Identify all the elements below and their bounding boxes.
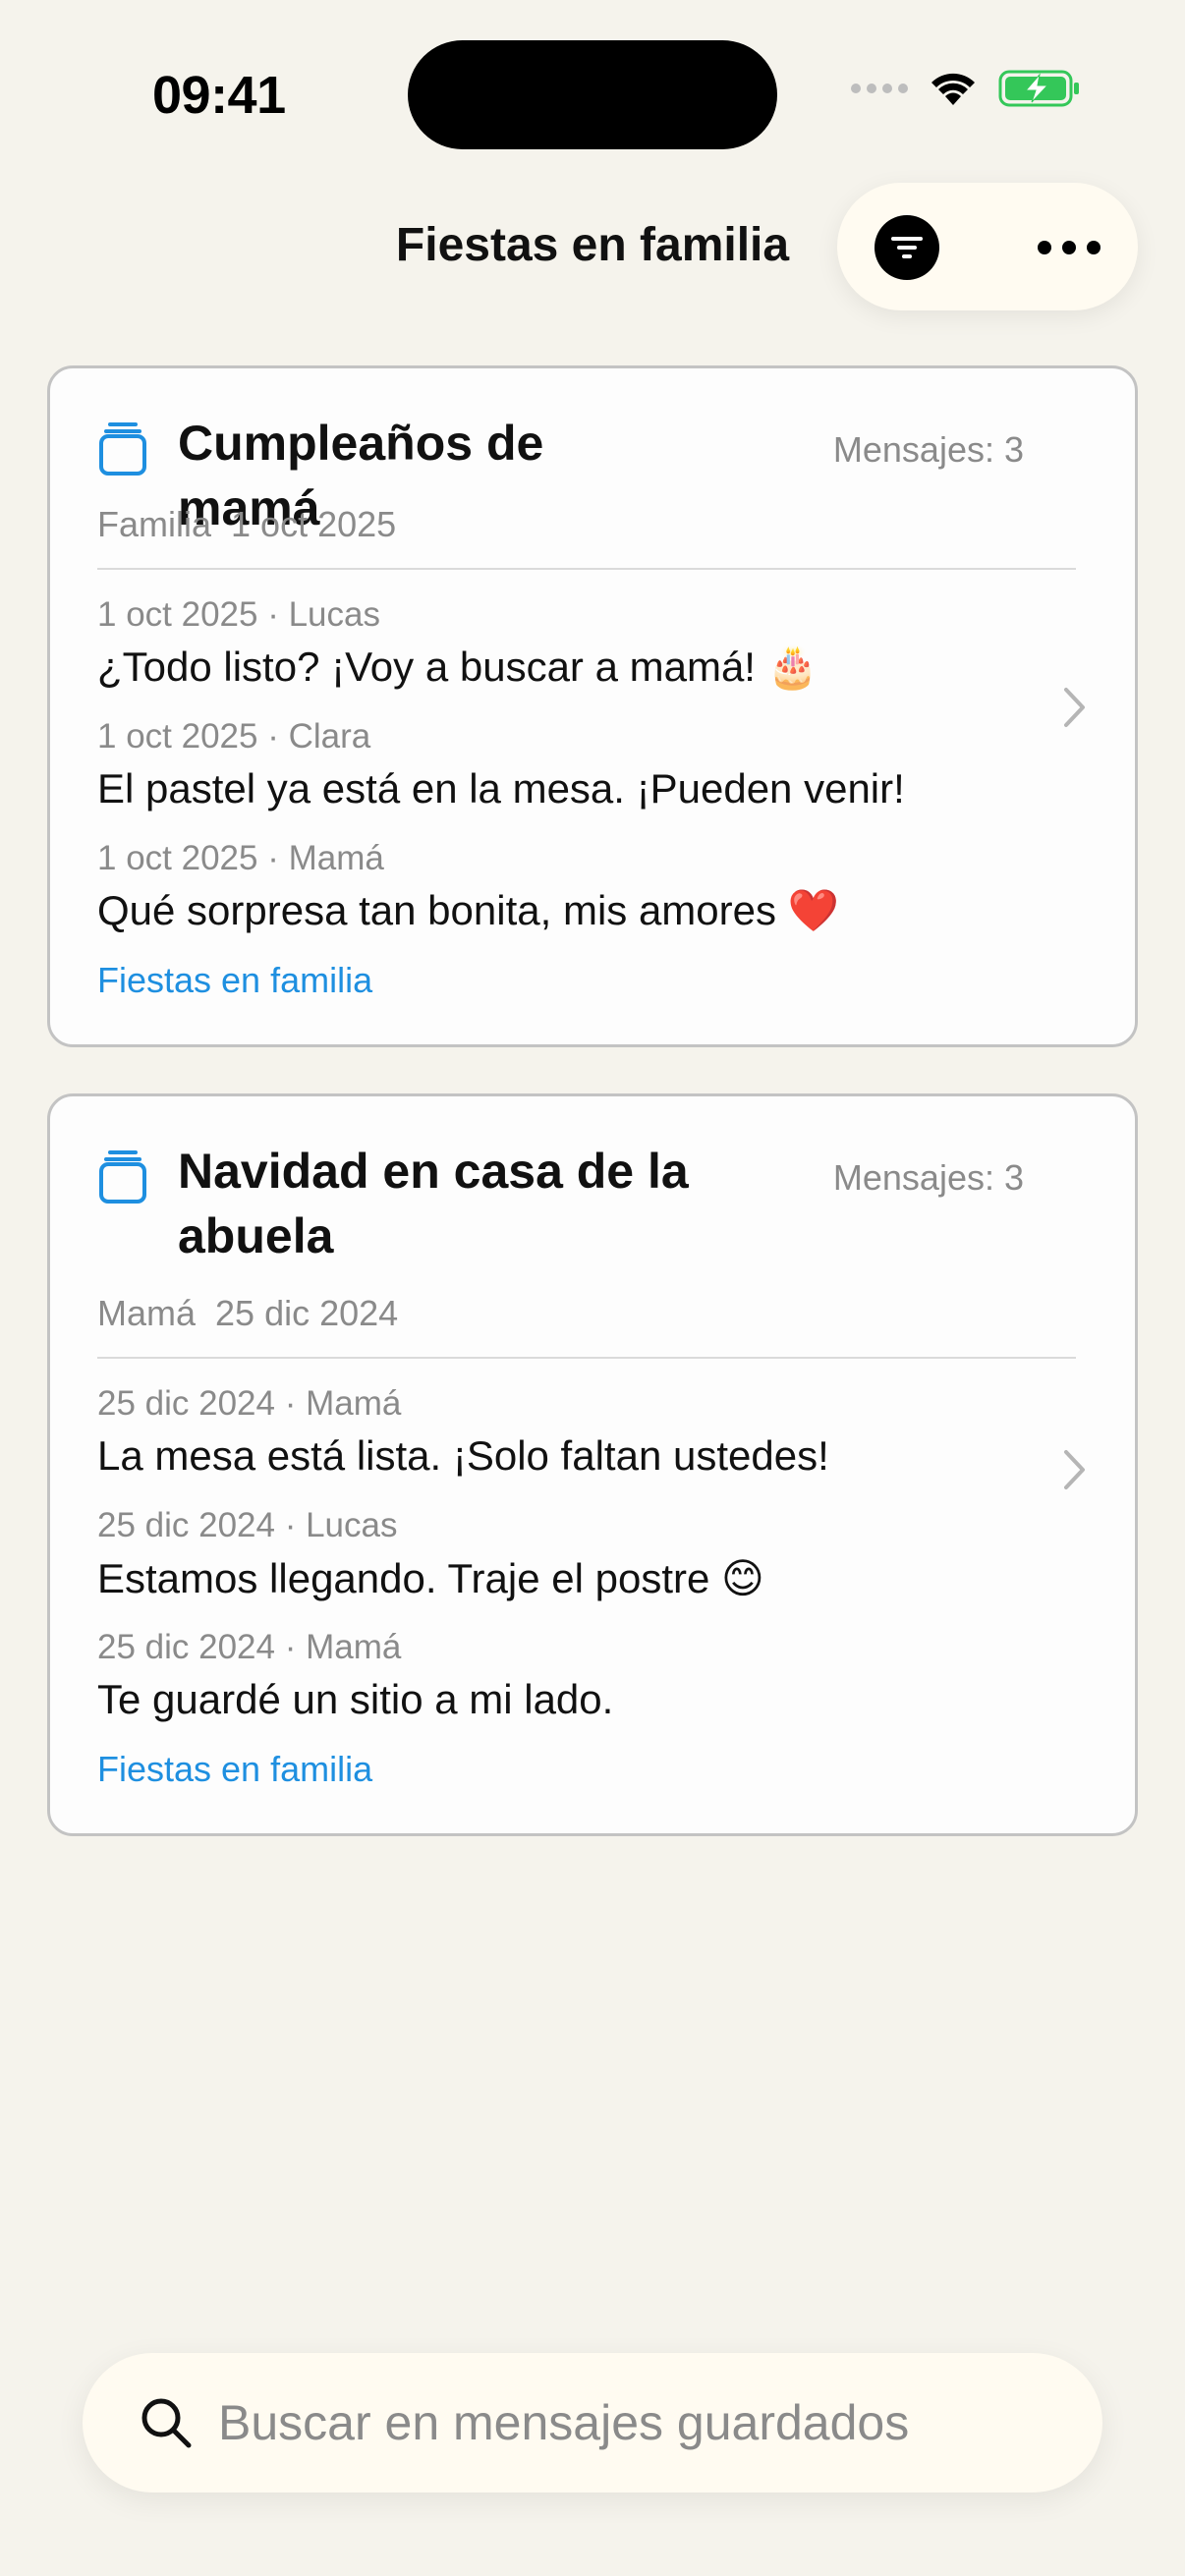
- more-icon: [1038, 241, 1100, 254]
- message-header: 25 dic 2024 · Mamá: [97, 1384, 402, 1423]
- divider: [97, 1357, 1076, 1359]
- message-header: 25 dic 2024 · Lucas: [97, 1506, 398, 1544]
- message-header: 1 oct 2025 · Mamá: [97, 839, 384, 877]
- chat-tag-link[interactable]: Fiestas en familia: [97, 960, 372, 1001]
- message-text: Qué sorpresa tan bonita, mis amores ❤️: [97, 887, 839, 933]
- chevron-right-icon: [1064, 688, 1085, 727]
- search-bar[interactable]: [83, 2353, 1102, 2492]
- cellular-signal-icon: [851, 84, 908, 93]
- filter-button[interactable]: [875, 215, 939, 280]
- search-icon: [141, 2398, 192, 2448]
- status-icons: [851, 69, 1081, 108]
- event-card[interactable]: Cumpleaños de mamá Mensajes: 3 Familia 1…: [47, 365, 1138, 1047]
- message-header: 25 dic 2024 · Mamá: [97, 1628, 402, 1666]
- wifi-icon: [931, 73, 975, 105]
- battery-charging-icon: [998, 70, 1079, 107]
- dynamic-island: [408, 40, 777, 149]
- message-header: 1 oct 2025 · Lucas: [97, 595, 380, 634]
- event-card[interactable]: Navidad en casa de la abuela Mensajes: 3…: [47, 1093, 1138, 1836]
- message-text: El pastel ya está en la mesa. ¡Pueden ve…: [97, 765, 905, 812]
- message-header: 1 oct 2025 · Clara: [97, 717, 371, 756]
- divider: [97, 568, 1076, 570]
- message-text: ¿Todo listo? ¡Voy a buscar a mamá! 🎂: [97, 644, 818, 690]
- status-time: 09:41: [152, 66, 286, 125]
- message-count: Mensajes: 3: [832, 429, 1024, 470]
- message-text: Te guardé un sitio a mi lado.: [97, 1676, 614, 1722]
- event-meta: Mamá 25 dic 2024: [97, 1293, 399, 1333]
- filter-icon: [891, 237, 923, 258]
- message-count: Mensajes: 3: [832, 1157, 1024, 1198]
- message-text: Estamos llegando. Traje el postre 😊: [97, 1555, 764, 1601]
- message-text: La mesa está lista. ¡Solo faltan ustedes…: [97, 1432, 829, 1479]
- event-meta: Familia 1 oct 2025: [97, 504, 397, 544]
- folder-stack-icon: [99, 1150, 146, 1204]
- event-title: Navidad en casa de la abuela: [178, 1144, 689, 1263]
- more-button[interactable]: [1032, 222, 1106, 273]
- chevron-right-icon: [1064, 1450, 1085, 1489]
- folder-stack-icon: [99, 422, 146, 476]
- chat-tag-link[interactable]: Fiestas en familia: [97, 1749, 372, 1790]
- search-input[interactable]: [218, 2382, 1063, 2463]
